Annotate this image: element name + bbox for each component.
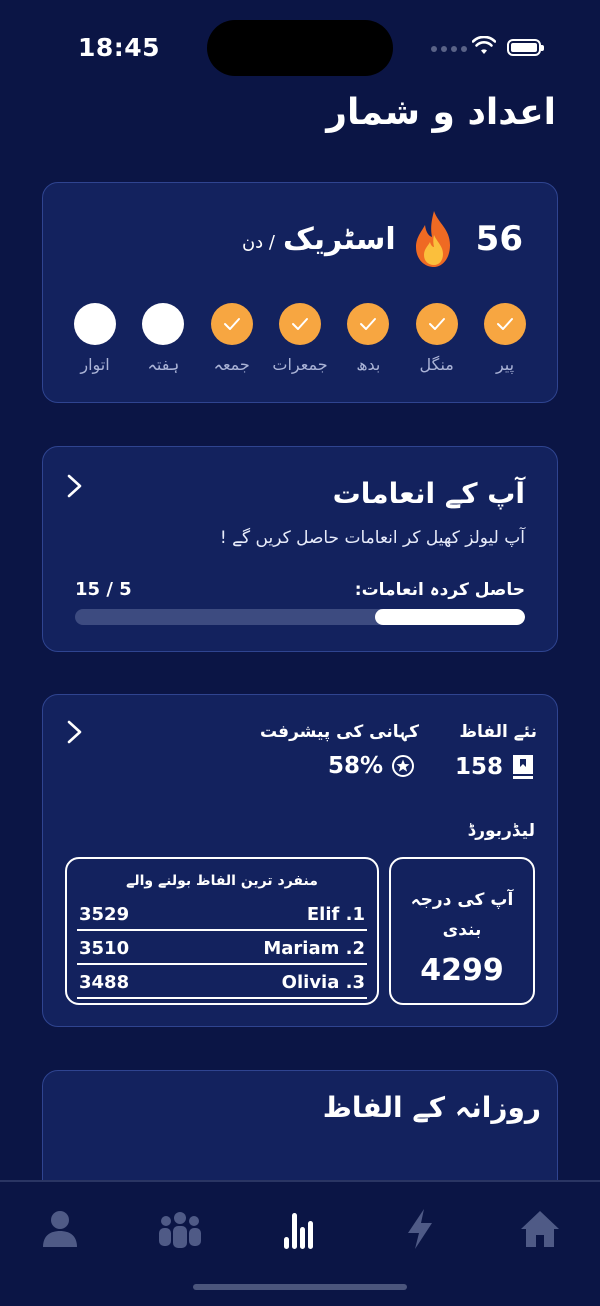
leaderboard-name: Mariam .2 bbox=[263, 937, 365, 959]
day-label: اتوار bbox=[80, 355, 110, 374]
group-icon bbox=[159, 1212, 201, 1248]
rank-value: 4299 bbox=[420, 953, 504, 988]
check-icon bbox=[279, 303, 322, 345]
day-sun: اتوار bbox=[67, 303, 123, 374]
day-thu: جمعرات bbox=[272, 303, 328, 374]
status-bar: 18:45 bbox=[0, 0, 600, 96]
story-progress-stat: 58% bbox=[328, 753, 415, 779]
tab-profile[interactable] bbox=[35, 1204, 85, 1254]
rewards-title: آپ کے انعامات bbox=[332, 477, 525, 510]
day-fri: جمعہ bbox=[204, 303, 260, 374]
leaderboard-name: Olivia .3 bbox=[281, 971, 365, 993]
your-rank-box: آپ کی درجہ بندی 4299 bbox=[389, 857, 535, 1005]
flame-icon bbox=[415, 211, 450, 267]
day-label: پیر bbox=[495, 355, 515, 374]
empty-day-dot bbox=[142, 303, 185, 345]
leaderboard-list: 3529 Elif .1 3510 Mariam .2 3488 Olivia … bbox=[77, 899, 367, 999]
leaderboard-row: 3529 Elif .1 bbox=[77, 899, 367, 931]
dynamic-island bbox=[207, 20, 393, 76]
lightning-icon bbox=[408, 1209, 432, 1249]
stats-card[interactable]: نئے الفاظ 158 کہانی کی پیشرفت 58% لیڈربو… bbox=[42, 694, 558, 1027]
page-title: اعداد و شمار bbox=[326, 92, 556, 133]
streak-count: 56 bbox=[475, 219, 523, 259]
day-tue: منگل bbox=[409, 303, 465, 374]
streak-label: اسٹریک bbox=[282, 221, 396, 257]
signal-icon bbox=[431, 46, 467, 52]
rewards-count: 15 / 5 bbox=[75, 579, 132, 600]
tab-stats[interactable] bbox=[275, 1204, 325, 1254]
chevron-right-icon[interactable] bbox=[65, 719, 85, 745]
story-progress-label: کہانی کی پیشرفت bbox=[259, 722, 419, 742]
new-words-stat: 158 bbox=[455, 753, 535, 781]
streak-card: / دن اسٹریک 56 پیر منگل بدھ جمعرات جمعہ bbox=[42, 182, 558, 403]
story-progress-value: 58% bbox=[327, 753, 383, 779]
day-label: جمعہ bbox=[213, 355, 250, 374]
rewards-progress-fill bbox=[375, 609, 525, 625]
chevron-right-icon[interactable] bbox=[65, 473, 85, 499]
leaderboard-row: 3510 Mariam .2 bbox=[77, 933, 367, 965]
check-icon bbox=[484, 303, 526, 345]
status-time: 18:45 bbox=[78, 33, 161, 62]
book-icon bbox=[513, 755, 533, 779]
check-icon bbox=[415, 303, 458, 345]
tab-community[interactable] bbox=[155, 1204, 205, 1254]
rank-label: آپ کی درجہ بندی bbox=[410, 890, 514, 940]
tab-home[interactable] bbox=[515, 1204, 565, 1254]
day-label: منگل bbox=[419, 355, 454, 374]
check-icon bbox=[347, 303, 390, 345]
daily-words-title: روزانہ کے الفاظ bbox=[322, 1091, 541, 1124]
rewards-card[interactable]: آپ کے انعامات آپ لیولز کھیل کر انعامات ح… bbox=[42, 446, 558, 652]
day-label: بدھ bbox=[356, 355, 381, 374]
new-words-label: نئے الفاظ bbox=[459, 722, 537, 742]
leaderboard-name: Elif .1 bbox=[306, 903, 365, 925]
leaderboard-score: 3488 bbox=[79, 971, 130, 993]
day-sat: ہفتہ bbox=[135, 303, 191, 374]
leaderboard-score: 3529 bbox=[79, 903, 130, 925]
day-label: ہفتہ bbox=[147, 355, 180, 374]
day-wed: بدھ bbox=[340, 303, 396, 374]
leaderboard-label: لیڈربورڈ bbox=[467, 821, 535, 841]
battery-icon bbox=[507, 39, 544, 56]
rewards-progress-bar bbox=[75, 609, 525, 625]
home-icon bbox=[521, 1211, 559, 1247]
day-label: جمعرات bbox=[272, 355, 328, 374]
empty-day-dot bbox=[74, 303, 117, 345]
home-indicator bbox=[193, 1284, 407, 1290]
star-badge-icon bbox=[392, 755, 414, 777]
check-icon bbox=[210, 303, 253, 345]
new-words-value: 158 bbox=[454, 754, 503, 780]
rewards-earned-label: حاصل کردہ انعامات: bbox=[354, 580, 525, 600]
leaderboard-title: منفرد ترین الفاظ بولنے والے bbox=[126, 873, 318, 889]
day-mon: پیر bbox=[477, 303, 533, 374]
profile-icon bbox=[43, 1211, 77, 1247]
week-days: پیر منگل بدھ جمعرات جمعہ ہفتہ اتوار bbox=[67, 303, 533, 374]
wifi-icon bbox=[472, 36, 496, 54]
rewards-subtitle: آپ لیولز کھیل کر انعامات حاصل کریں گے ! bbox=[219, 528, 525, 548]
tab-practice[interactable] bbox=[395, 1204, 445, 1254]
stats-icon bbox=[284, 1213, 313, 1249]
leaderboard-score: 3510 bbox=[79, 937, 130, 959]
leaderboard-box: منفرد ترین الفاظ بولنے والے 3529 Elif .1… bbox=[65, 857, 379, 1005]
streak-header: / دن اسٹریک 56 bbox=[242, 209, 523, 269]
streak-per-day: / دن bbox=[241, 231, 275, 253]
leaderboard-row: 3488 Olivia .3 bbox=[77, 967, 367, 999]
